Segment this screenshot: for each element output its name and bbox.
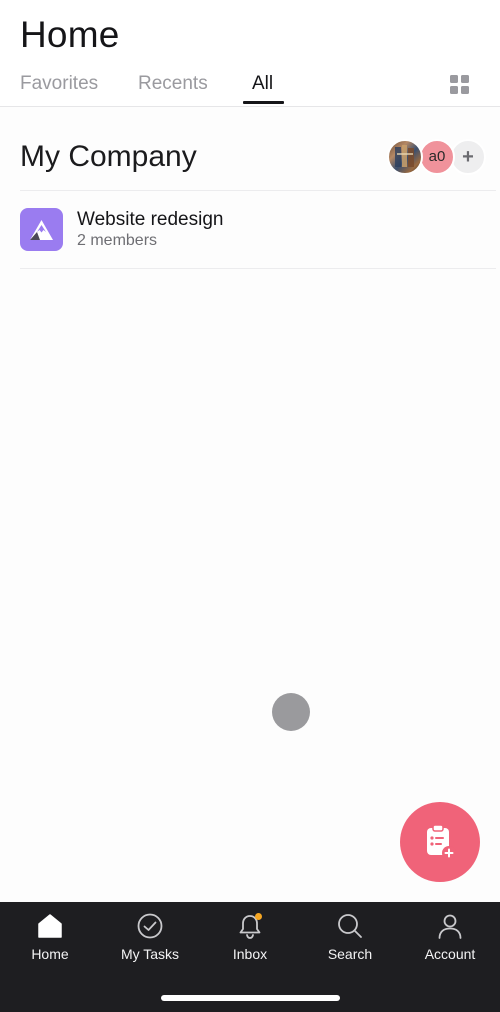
- home-icon: [38, 914, 62, 938]
- search-icon: [338, 914, 362, 938]
- mountain-icon: [30, 220, 53, 240]
- tabbar-account[interactable]: Account: [400, 902, 500, 974]
- user-photo-avatar: [395, 145, 414, 167]
- person-icon: [438, 914, 462, 939]
- tabbar-my-tasks-label: My Tasks: [120, 946, 180, 962]
- tab-favorites[interactable]: Favorites: [20, 72, 98, 96]
- home-indicator[interactable]: [161, 995, 340, 1001]
- member-avatar-initials[interactable]: a0: [419, 139, 455, 175]
- page-title: Home: [20, 14, 120, 55]
- active-tab-indicator: [243, 101, 284, 104]
- add-member-button[interactable]: +: [450, 139, 486, 175]
- tabbar-inbox-label: Inbox: [232, 946, 268, 962]
- project-row[interactable]: Website redesign 2 members: [0, 191, 500, 268]
- grid-view-button[interactable]: [448, 73, 472, 97]
- tab-all[interactable]: All: [252, 72, 273, 96]
- divider: [20, 268, 496, 269]
- add-task-fab[interactable]: [400, 802, 480, 882]
- workspace-title[interactable]: My Company: [20, 140, 197, 174]
- project-icon-tile: [20, 208, 63, 251]
- header: Home Favorites Recents All: [0, 0, 500, 107]
- project-member-count: 2 members: [77, 232, 158, 249]
- bell-icon: [239, 913, 262, 939]
- project-name: Website redesign: [77, 209, 224, 230]
- touch-indicator: [272, 693, 310, 731]
- tabbar-my-tasks[interactable]: My Tasks: [100, 902, 200, 974]
- tabbar-home[interactable]: Home: [0, 902, 100, 974]
- bottom-tab-bar: Home My Tasks Inbox Search Account: [0, 902, 500, 1012]
- tabbar-search[interactable]: Search: [300, 902, 400, 974]
- tabbar-home-label: Home: [31, 946, 69, 962]
- tab-recents[interactable]: Recents: [138, 72, 208, 96]
- grid-icon: [450, 75, 469, 94]
- tabbar-search-label: Search: [327, 946, 373, 962]
- member-avatar-photo[interactable]: [387, 139, 423, 175]
- tabbar-inbox[interactable]: Inbox: [200, 902, 300, 974]
- add-task-clipboard-icon: [427, 824, 456, 860]
- check-circle-icon: [137, 913, 163, 939]
- tabbar-account-label: Account: [424, 946, 476, 962]
